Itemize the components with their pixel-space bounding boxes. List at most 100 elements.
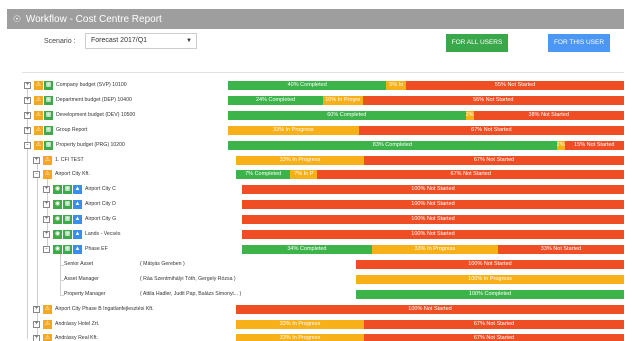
report-row[interactable]: + ◉ ▦ ▲ Lands - Vecsés 100% Not Started <box>0 230 632 239</box>
grid-icon[interactable]: ▦ <box>63 185 72 194</box>
report-row[interactable]: + ◉ ▦ ▲ Airport City G 100% Not Started <box>0 215 632 224</box>
collapse-icon[interactable]: - <box>33 171 40 178</box>
role-row[interactable]: Asset Manager ( Ráa Szentmihályi Tóth, Ge… <box>0 275 632 284</box>
grid-icon[interactable]: ▦ <box>63 200 72 209</box>
expand-icon[interactable]: + <box>43 201 50 208</box>
expand-icon[interactable]: + <box>24 97 31 104</box>
progress-bar: 100% Not Started <box>242 230 624 239</box>
report-row[interactable]: + ⚠ ▦ Group Report 33% In Progress 67% Not St… <box>0 126 632 135</box>
grid-icon[interactable]: ▦ <box>44 126 53 135</box>
progress-segment-green: 24% Completed <box>228 96 324 105</box>
grid-icon[interactable]: ▦ <box>63 245 72 254</box>
progress-segment-green: 100% Completed <box>356 290 624 299</box>
progress-segment-red: 56% Not Started <box>362 96 624 105</box>
report-row[interactable]: + ⚠ Andrássy Hotel Zrt. 33% In Progress 67% … <box>0 320 632 329</box>
report-row[interactable]: + ⚠ ▦ Development budget (DEV) 10500 60% Com… <box>0 111 632 120</box>
role-row[interactable]: Property Manager ( Attila Hadler, Judit P… <box>0 290 632 299</box>
user-icon[interactable]: ▲ <box>73 185 82 194</box>
row-label: Airport City Kft. <box>55 171 90 177</box>
warning-icon: ⚠ <box>43 305 52 314</box>
report-row[interactable]: + ⚠ Andrássy Real Kft. 33% In Progress 67% N… <box>0 334 632 341</box>
row-label: Andrássy Hotel Zrt. <box>55 321 100 327</box>
expand-icon[interactable]: + <box>43 186 50 193</box>
eye-icon[interactable]: ◉ <box>53 215 62 224</box>
collapse-icon[interactable]: - <box>24 142 31 149</box>
report-row[interactable]: + ⚠ 1. CFI TEST 33% In Progress 67% Not Star… <box>0 156 632 165</box>
progress-segment-red: 100% Not Started <box>242 185 624 194</box>
expand-icon[interactable]: + <box>33 306 40 313</box>
scenario-label: Scenario : <box>44 38 76 45</box>
warning-icon: ⚠ <box>43 170 52 179</box>
expand-icon[interactable]: + <box>43 231 50 238</box>
report-row[interactable]: - ⚠ Airport City Kft. 7% Completed 7% In P 67… <box>0 170 632 179</box>
progress-bar: 100% Completed <box>356 290 624 299</box>
eye-icon[interactable]: ◉ <box>53 200 62 209</box>
progress-segment-green: 40% Completed <box>228 81 387 90</box>
eye-icon[interactable]: ◉ <box>53 230 62 239</box>
grid-icon[interactable]: ▦ <box>44 81 53 90</box>
chevron-down-icon: ▼ <box>186 38 192 44</box>
report-row[interactable]: + ◉ ▦ ▲ Airport City C 100% Not Started <box>0 185 632 194</box>
expand-icon[interactable]: + <box>33 157 40 164</box>
role-row[interactable]: Senior Asset ( Mátyás Gereben ) 100% Not S… <box>0 260 632 269</box>
collapse-icon[interactable]: - <box>43 246 50 253</box>
scenario-select[interactable]: Forecast 2017/Q1 ▼ <box>85 33 197 49</box>
report-row[interactable]: + ⚠ Airport City Phase B Ingatlanfejleszté… <box>0 305 632 314</box>
expand-icon[interactable]: + <box>33 321 40 328</box>
user-icon[interactable]: ▲ <box>73 200 82 209</box>
progress-bar: 34% Completed 33% In Progress 33% Not Star… <box>242 245 624 254</box>
expand-icon[interactable]: + <box>33 335 40 341</box>
report-row[interactable]: - ⚠ ▦ Property budget (PRG) 10200 83% Comple… <box>0 141 632 150</box>
progress-segment-green: 7% Completed <box>236 170 291 179</box>
for-this-user-button[interactable]: FOR THIS USER <box>548 34 610 52</box>
user-icon[interactable]: ▲ <box>73 230 82 239</box>
progress-segment-yellow: 33% In Progress <box>236 320 365 329</box>
progress-segment-yellow: 33% In Progress <box>236 334 365 341</box>
expand-icon[interactable]: + <box>24 112 31 119</box>
progress-segment-green: 34% Completed <box>242 245 372 254</box>
window-titlebar: ☉ Workflow - Cost Centre Report <box>7 9 624 29</box>
role-assignees: ( Mátyás Gereben ) <box>140 261 185 267</box>
eye-icon[interactable]: ◉ <box>53 185 62 194</box>
progress-segment-red: 38% Not Started <box>473 111 624 120</box>
progress-bar: 100% In Progress <box>356 275 624 284</box>
progress-segment-red: 67% Not Started <box>364 334 624 341</box>
grid-icon[interactable]: ▦ <box>63 215 72 224</box>
report-row[interactable]: - ◉ ▦ ▲ Phase EF 34% Completed 33% In Progress… <box>0 245 632 254</box>
grid-icon[interactable]: ▦ <box>44 96 53 105</box>
tree-guide-line <box>27 84 28 339</box>
progress-segment-yellow: 33% In Progress <box>236 156 365 165</box>
expand-icon[interactable]: + <box>24 82 31 89</box>
eye-icon[interactable]: ◉ <box>53 245 62 254</box>
role-assignees: ( Ráa Szentmihályi Tóth, Gergely Rózsa ) <box>140 276 236 282</box>
role-name: Asset Manager <box>64 276 99 282</box>
progress-segment-yellow: 5% In <box>386 81 407 90</box>
row-label: 1. CFI TEST <box>55 157 84 163</box>
row-label: Department budget (DEP) 10400 <box>56 97 132 103</box>
progress-segment-red: 67% Not Started <box>358 126 624 135</box>
progress-bar: 40% Completed 5% In 55% Not Started <box>228 81 624 90</box>
progress-bar: 7% Completed 7% In P 67% Not Started <box>236 170 624 179</box>
progress-bar: 83% Completed 2% 15% Not Started <box>228 141 624 150</box>
report-row[interactable]: + ⚠ ▦ Company budget (SVP) 10100 40% Complet… <box>0 81 632 90</box>
tree-guide-line <box>60 249 61 295</box>
row-label: Airport City Phase B Ingatlanfejlesztési… <box>55 306 154 312</box>
progress-segment-red: 100% Not Started <box>236 305 624 314</box>
progress-segment-red: 67% Not Started <box>364 156 624 165</box>
grid-icon[interactable]: ▦ <box>44 141 53 150</box>
progress-segment-red: 15% Not Started <box>564 141 624 150</box>
report-row[interactable]: + ◉ ▦ ▲ Airport City D 100% Not Started <box>0 200 632 209</box>
row-label: Andrássy Real Kft. <box>55 335 98 341</box>
grid-icon[interactable]: ▦ <box>63 230 72 239</box>
progress-bar: 33% In Progress 67% Not Started <box>228 126 624 135</box>
progress-bar: 100% Not Started <box>242 185 624 194</box>
expand-icon[interactable]: + <box>43 216 50 223</box>
expand-icon[interactable]: + <box>24 127 31 134</box>
user-icon[interactable]: ▲ <box>73 245 82 254</box>
user-icon[interactable]: ▲ <box>73 215 82 224</box>
progress-segment-yellow: 33% In Progress <box>371 245 498 254</box>
grid-icon[interactable]: ▦ <box>44 111 53 120</box>
for-all-users-button[interactable]: FOR ALL USERS <box>446 34 508 52</box>
progress-segment-red: 100% Not Started <box>242 200 624 209</box>
report-row[interactable]: + ⚠ ▦ Department budget (DEP) 10400 24% Comp… <box>0 96 632 105</box>
